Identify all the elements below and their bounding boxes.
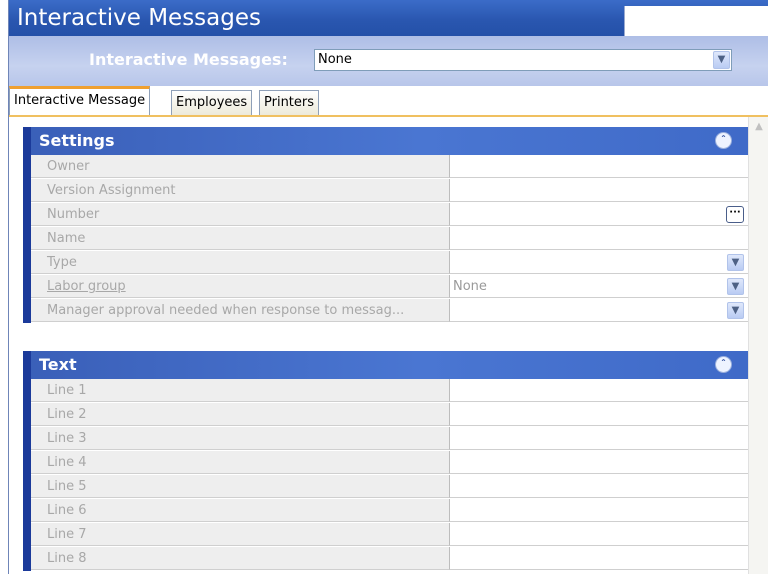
row-stripe xyxy=(23,227,31,251)
field-label: Line 8 xyxy=(31,547,450,570)
field-number: Number ··· xyxy=(23,203,748,227)
field-manager-approval: Manager approval needed when response to… xyxy=(23,299,748,323)
line-5-value[interactable] xyxy=(450,475,748,498)
labor-group-value: None xyxy=(453,279,487,294)
double-chevron-up-icon[interactable]: ˆ xyxy=(715,356,732,373)
field-line-2: Line 2 xyxy=(23,403,748,427)
row-stripe xyxy=(23,403,31,427)
vertical-scrollbar[interactable]: ▲ xyxy=(748,117,768,574)
row-stripe xyxy=(23,379,31,403)
chevron-down-icon[interactable]: ▼ xyxy=(727,302,744,319)
field-owner: Owner xyxy=(23,155,748,179)
line-6-value[interactable] xyxy=(450,499,748,522)
field-name: Name xyxy=(23,227,748,251)
main-panel: Settings ˆ Owner Version Assignment Numb… xyxy=(9,117,768,574)
field-line-5: Line 5 xyxy=(23,475,748,499)
field-line-1: Line 1 xyxy=(23,379,748,403)
settings-header[interactable]: Settings ˆ xyxy=(23,127,748,155)
ellipsis-icon[interactable]: ··· xyxy=(726,206,744,223)
double-chevron-up-icon[interactable]: ˆ xyxy=(715,132,732,149)
tab-employees[interactable]: Employees xyxy=(171,90,253,116)
field-line-7: Line 7 xyxy=(23,523,748,547)
filter-bar: Interactive Messages: None ▼ xyxy=(9,36,768,86)
chevron-down-icon[interactable]: ▼ xyxy=(727,278,744,295)
field-label: Line 1 xyxy=(31,379,450,402)
row-stripe xyxy=(23,547,31,571)
field-label: Line 7 xyxy=(31,523,450,546)
field-label: Manager approval needed when response to… xyxy=(31,299,450,322)
line-2-value[interactable] xyxy=(450,403,748,426)
chevron-down-icon[interactable]: ▼ xyxy=(727,254,744,271)
row-stripe xyxy=(23,251,31,275)
type-select[interactable]: ▼ xyxy=(450,251,748,274)
tab-interactive-message[interactable]: Interactive Message xyxy=(9,86,151,118)
row-stripe xyxy=(23,155,31,179)
field-label: Owner xyxy=(31,155,450,178)
field-label: Number xyxy=(31,203,450,226)
page-title: Interactive Messages xyxy=(17,5,261,31)
text-header[interactable]: Text ˆ xyxy=(23,351,748,379)
title-bar: Interactive Messages xyxy=(9,0,768,36)
field-line-4: Line 4 xyxy=(23,451,748,475)
line-8-value[interactable] xyxy=(450,547,748,570)
field-line-3: Line 3 xyxy=(23,427,748,451)
section-title: Text xyxy=(39,355,77,374)
row-stripe xyxy=(23,427,31,451)
field-line-6: Line 6 xyxy=(23,499,748,523)
owner-value[interactable] xyxy=(450,155,748,178)
field-label: Line 6 xyxy=(31,499,450,522)
field-label: Line 5 xyxy=(31,475,450,498)
field-line-8: Line 8 xyxy=(23,547,748,571)
row-stripe xyxy=(23,451,31,475)
number-value[interactable]: ··· xyxy=(450,203,748,226)
row-stripe xyxy=(23,179,31,203)
field-label-link[interactable]: Labor group xyxy=(31,275,450,298)
row-stripe xyxy=(23,299,31,323)
field-label: Type xyxy=(31,251,450,274)
version-assignment-value[interactable] xyxy=(450,179,748,202)
field-label: Name xyxy=(31,227,450,250)
tab-printers[interactable]: Printers xyxy=(259,90,320,116)
line-3-value[interactable] xyxy=(450,427,748,450)
name-value[interactable] xyxy=(450,227,748,250)
line-7-value[interactable] xyxy=(450,523,748,546)
field-version-assignment: Version Assignment xyxy=(23,179,748,203)
app-window: Interactive Messages Interactive Message… xyxy=(8,0,768,574)
filter-label: Interactive Messages: xyxy=(89,50,288,69)
field-label: Version Assignment xyxy=(31,179,450,202)
header-stripe xyxy=(23,127,31,155)
row-stripe xyxy=(23,203,31,227)
row-stripe xyxy=(23,523,31,547)
field-type: Type ▼ xyxy=(23,251,748,275)
scroll-up-icon[interactable]: ▲ xyxy=(751,121,767,137)
interactive-messages-select[interactable]: None ▼ xyxy=(314,49,732,71)
row-stripe xyxy=(23,275,31,299)
chevron-down-icon[interactable]: ▼ xyxy=(713,51,730,69)
line-4-value[interactable] xyxy=(450,451,748,474)
manager-approval-select[interactable]: ▼ xyxy=(450,299,748,322)
tab-strip: Interactive Message Employees Printers xyxy=(9,86,768,118)
filter-value: None xyxy=(318,52,352,67)
section-title: Settings xyxy=(39,131,115,150)
title-search-box[interactable] xyxy=(624,6,768,36)
row-stripe xyxy=(23,475,31,499)
labor-group-select[interactable]: None ▼ xyxy=(450,275,748,298)
field-label: Line 2 xyxy=(31,403,450,426)
side-gutter xyxy=(9,117,21,574)
field-label: Line 3 xyxy=(31,427,450,450)
field-label: Line 4 xyxy=(31,451,450,474)
row-stripe xyxy=(23,499,31,523)
header-stripe xyxy=(23,351,31,379)
line-1-value[interactable] xyxy=(450,379,748,402)
field-labor-group: Labor group None ▼ xyxy=(23,275,748,299)
